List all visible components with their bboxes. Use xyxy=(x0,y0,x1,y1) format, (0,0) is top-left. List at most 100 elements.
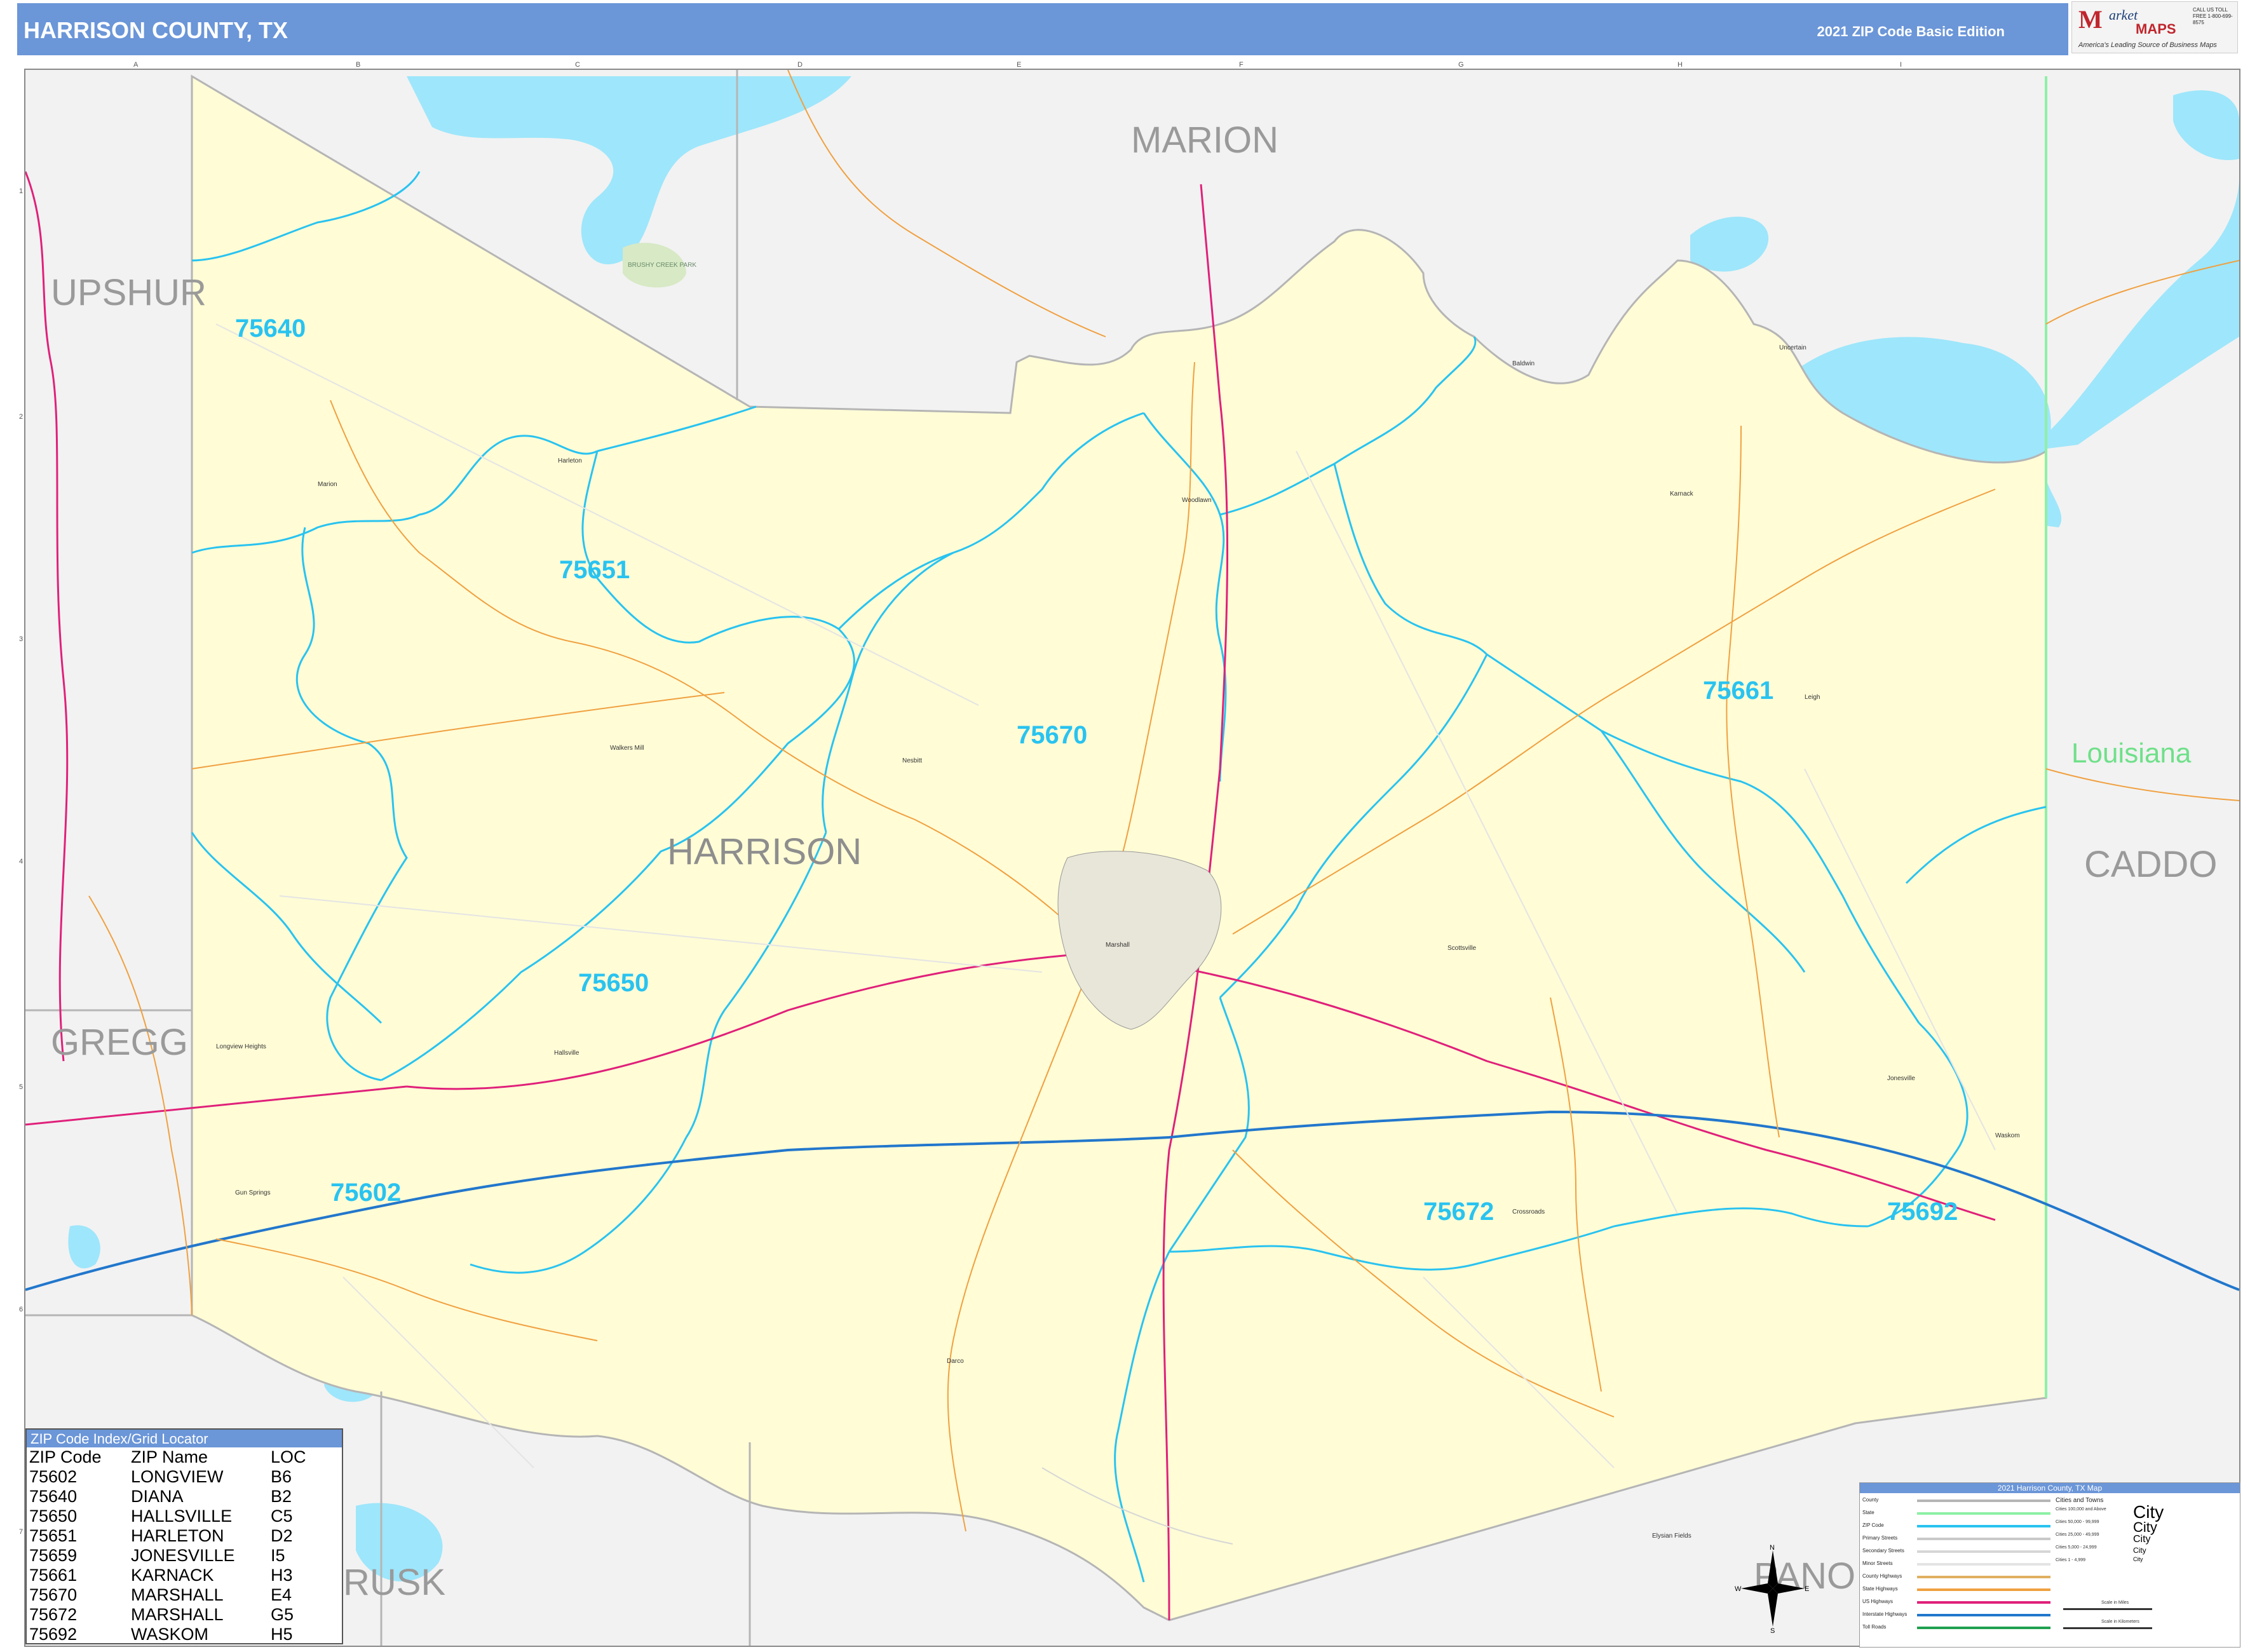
table-row: 75650 HALLSVILLE C5 xyxy=(29,1506,313,1526)
table-row: 75651 HARLETON D2 xyxy=(29,1526,313,1546)
legend-row-label: Primary Streets xyxy=(1862,1535,1898,1541)
loc-cell: B6 xyxy=(271,1467,292,1486)
zip-label-75692: 75692 xyxy=(1887,1198,1958,1226)
city-label-walkers-mill: Walkers Mill xyxy=(610,745,644,752)
zip-cell: 75659 xyxy=(29,1546,78,1565)
legend-row-swatch xyxy=(1917,1538,2050,1540)
city-label-elysian-fields: Elysian Fields xyxy=(1652,1533,1691,1540)
county-label-gregg: GREGG xyxy=(51,1022,188,1063)
zip-name-cell: MARSHALL xyxy=(131,1605,224,1624)
legend-row-label: State Highways xyxy=(1862,1586,1898,1592)
grid-letter: E xyxy=(1017,61,1022,69)
grid-letter: F xyxy=(1239,61,1244,69)
county-label-rusk: RUSK xyxy=(343,1562,445,1603)
zip-cell: 75672 xyxy=(29,1605,78,1624)
zip-cell: 75650 xyxy=(29,1506,78,1526)
city-label-jonesville: Jonesville xyxy=(1887,1075,1915,1082)
county-label-harrison: HARRISON xyxy=(667,831,862,872)
compass-south-arrow xyxy=(1768,1588,1778,1627)
legend-city-tier: Cities 50,000 - 99,999 xyxy=(2056,1520,2099,1524)
map-legend: 2021 Harrison County, TX Map County State… xyxy=(1859,1482,2240,1648)
grid-number: 6 xyxy=(19,1306,24,1313)
logo-mark: M xyxy=(2078,5,2103,34)
legend-city-samples: City City City City City xyxy=(2133,1503,2164,1563)
loc-cell: H5 xyxy=(271,1625,293,1644)
legend-city-sample: City xyxy=(2133,1546,2146,1555)
table-row: 75659 JONESVILLE I5 xyxy=(29,1546,313,1566)
zip-label-75672: 75672 xyxy=(1423,1198,1494,1226)
zip-label-75602: 75602 xyxy=(330,1179,401,1207)
legend-row-label: Toll Roads xyxy=(1862,1624,1887,1630)
city-label-marion: Marion xyxy=(318,481,337,488)
loc-cell: D2 xyxy=(271,1526,293,1545)
legend-row-swatch xyxy=(1917,1525,2050,1527)
legend-city-sample: City xyxy=(2133,1502,2164,1522)
city-label-longview-heights: Longview Heights xyxy=(216,1043,266,1050)
zip-cell: 75651 xyxy=(29,1526,78,1545)
legend-city-tier: Cities 25,000 - 49,999 xyxy=(2056,1533,2099,1537)
legend-row-swatch xyxy=(1917,1563,2050,1566)
zip-name-cell: LONGVIEW xyxy=(131,1467,224,1486)
zip-label-75651: 75651 xyxy=(559,556,630,584)
city-label-leigh: Leigh xyxy=(1805,694,1820,701)
legend-city-sample: City xyxy=(2133,1556,2143,1562)
grid-number: 4 xyxy=(19,858,24,865)
table-row: 75672 MARSHALL G5 xyxy=(29,1605,313,1625)
city-label-gun-springs: Gun Springs xyxy=(235,1189,271,1196)
legend-row-label: State xyxy=(1862,1510,1874,1515)
grid-letter: H xyxy=(1677,61,1683,69)
scale-miles-label: Scale in Miles xyxy=(2101,1601,2129,1605)
grid-letter: A xyxy=(133,61,139,69)
scale-km-label: Scale in Kilometers xyxy=(2101,1620,2139,1624)
legend-row-swatch xyxy=(1917,1588,2050,1591)
legend-row-label: Interstate Highways xyxy=(1862,1611,1908,1617)
legend-title: 2021 Harrison County, TX Map xyxy=(1860,1483,2240,1493)
column-header: ZIP Name xyxy=(131,1447,208,1466)
city-label-karnack: Karnack xyxy=(1670,491,1694,498)
zip-label-75670: 75670 xyxy=(1017,721,1087,749)
city-label-nesbitt: Nesbitt xyxy=(902,757,922,764)
table-row: 75661 KARNACK H3 xyxy=(29,1566,313,1585)
city-label-baldwin: Baldwin xyxy=(1512,360,1535,367)
grid-number: 7 xyxy=(19,1528,24,1536)
legend-row-label: Secondary Streets xyxy=(1862,1548,1904,1554)
county-map[interactable]: BRUSHY CREEK PARK MARION UPSHUR HARRISON… xyxy=(25,70,2239,1646)
logo-word-maps: MAPS xyxy=(2136,21,2176,37)
logo-tagline: America's Leading Source of Business Map… xyxy=(2078,41,2217,49)
compass-e: E xyxy=(1805,1585,1809,1593)
legend-row-swatch xyxy=(1917,1500,2050,1502)
legend-city-sample: City xyxy=(2133,1534,2151,1545)
compass-rose: N S W E xyxy=(1735,1544,1809,1633)
header-bar: HARRISON COUNTY, TX 2021 ZIP Code Basic … xyxy=(17,3,2068,55)
legend-cities-title: Cities and Towns xyxy=(2056,1497,2104,1504)
table-row: 75640 DIANA B2 xyxy=(29,1487,313,1506)
compass-north-arrow xyxy=(1768,1550,1778,1588)
zip-cell: 75602 xyxy=(29,1467,78,1486)
city-label-waskom: Waskom xyxy=(1995,1132,2020,1139)
legend-city-tier: Cities 5,000 - 24,999 xyxy=(2056,1545,2097,1550)
zip-label-75661: 75661 xyxy=(1703,677,1773,705)
legend-row-swatch xyxy=(1917,1627,2050,1629)
city-label-marshall: Marshall xyxy=(1106,942,1130,949)
zip-cell: 75640 xyxy=(29,1487,78,1506)
zip-index-header-row: ZIP Code ZIP Name LOC xyxy=(29,1447,313,1467)
legend-row-label: County Highways xyxy=(1862,1573,1902,1579)
city-label-uncertain: Uncertain xyxy=(1779,344,1806,351)
grid-number: 3 xyxy=(19,635,24,643)
county-label-marion: MARION xyxy=(1131,119,1278,161)
grid-letter: D xyxy=(797,61,803,69)
legend-row-swatch xyxy=(1917,1550,2050,1553)
zip-name-cell: DIANA xyxy=(131,1487,184,1506)
legend-row-swatch xyxy=(1917,1601,2050,1604)
legend-row-label: ZIP Code xyxy=(1862,1522,1884,1528)
loc-cell: G5 xyxy=(271,1605,294,1624)
legend-row-swatch xyxy=(1917,1614,2050,1616)
grid-letter: B xyxy=(356,61,361,69)
compass-w: W xyxy=(1735,1585,1742,1593)
table-row: 75670 MARSHALL E4 xyxy=(29,1585,313,1605)
compass-west-arrow xyxy=(1741,1583,1773,1594)
loc-cell: C5 xyxy=(271,1506,293,1526)
legend-row-swatch xyxy=(1917,1512,2050,1515)
city-label-crossroads: Crossroads xyxy=(1512,1209,1545,1215)
legend-row-label: Minor Streets xyxy=(1862,1561,1893,1566)
